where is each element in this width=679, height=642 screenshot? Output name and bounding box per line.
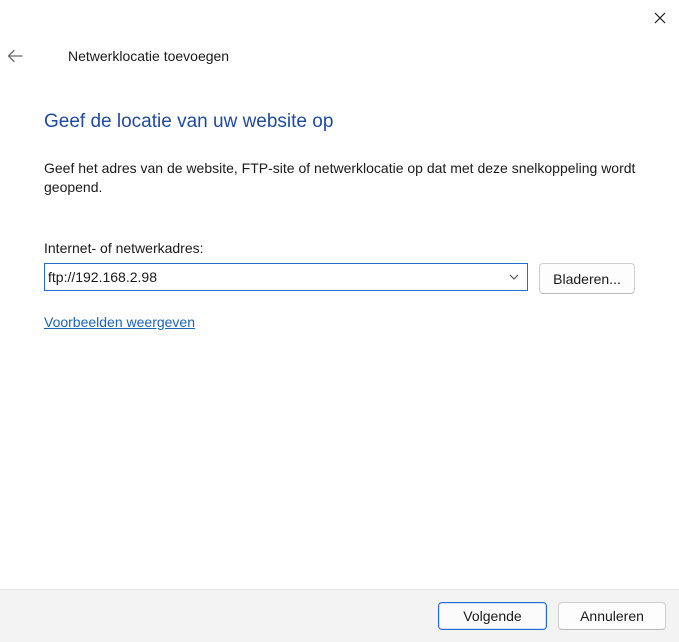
page-heading: Geef de locatie van uw website op [44,111,334,132]
dialog-footer: Volgende Annuleren [0,589,679,642]
address-label: Internet- of netwerkadres: [44,240,204,256]
address-combobox[interactable] [44,263,528,291]
back-button[interactable] [0,40,30,72]
close-icon [654,12,665,24]
chevron-down-icon [509,274,519,280]
add-network-location-dialog: Netwerklocatie toevoegen Geef de locatie… [0,0,679,642]
next-button[interactable]: Volgende [438,602,547,630]
cancel-button[interactable]: Annuleren [558,602,666,630]
back-arrow-icon [7,49,23,63]
show-examples-link[interactable]: Voorbeelden weergeven [44,314,195,330]
address-input[interactable] [48,264,496,290]
browse-button[interactable]: Bladeren... [539,263,635,294]
description-text: Geef het adres van de website, FTP-site … [44,160,636,195]
dialog-title: Netwerklocatie toevoegen [68,48,230,64]
address-dropdown-button[interactable] [503,264,525,290]
close-button[interactable] [640,0,679,36]
